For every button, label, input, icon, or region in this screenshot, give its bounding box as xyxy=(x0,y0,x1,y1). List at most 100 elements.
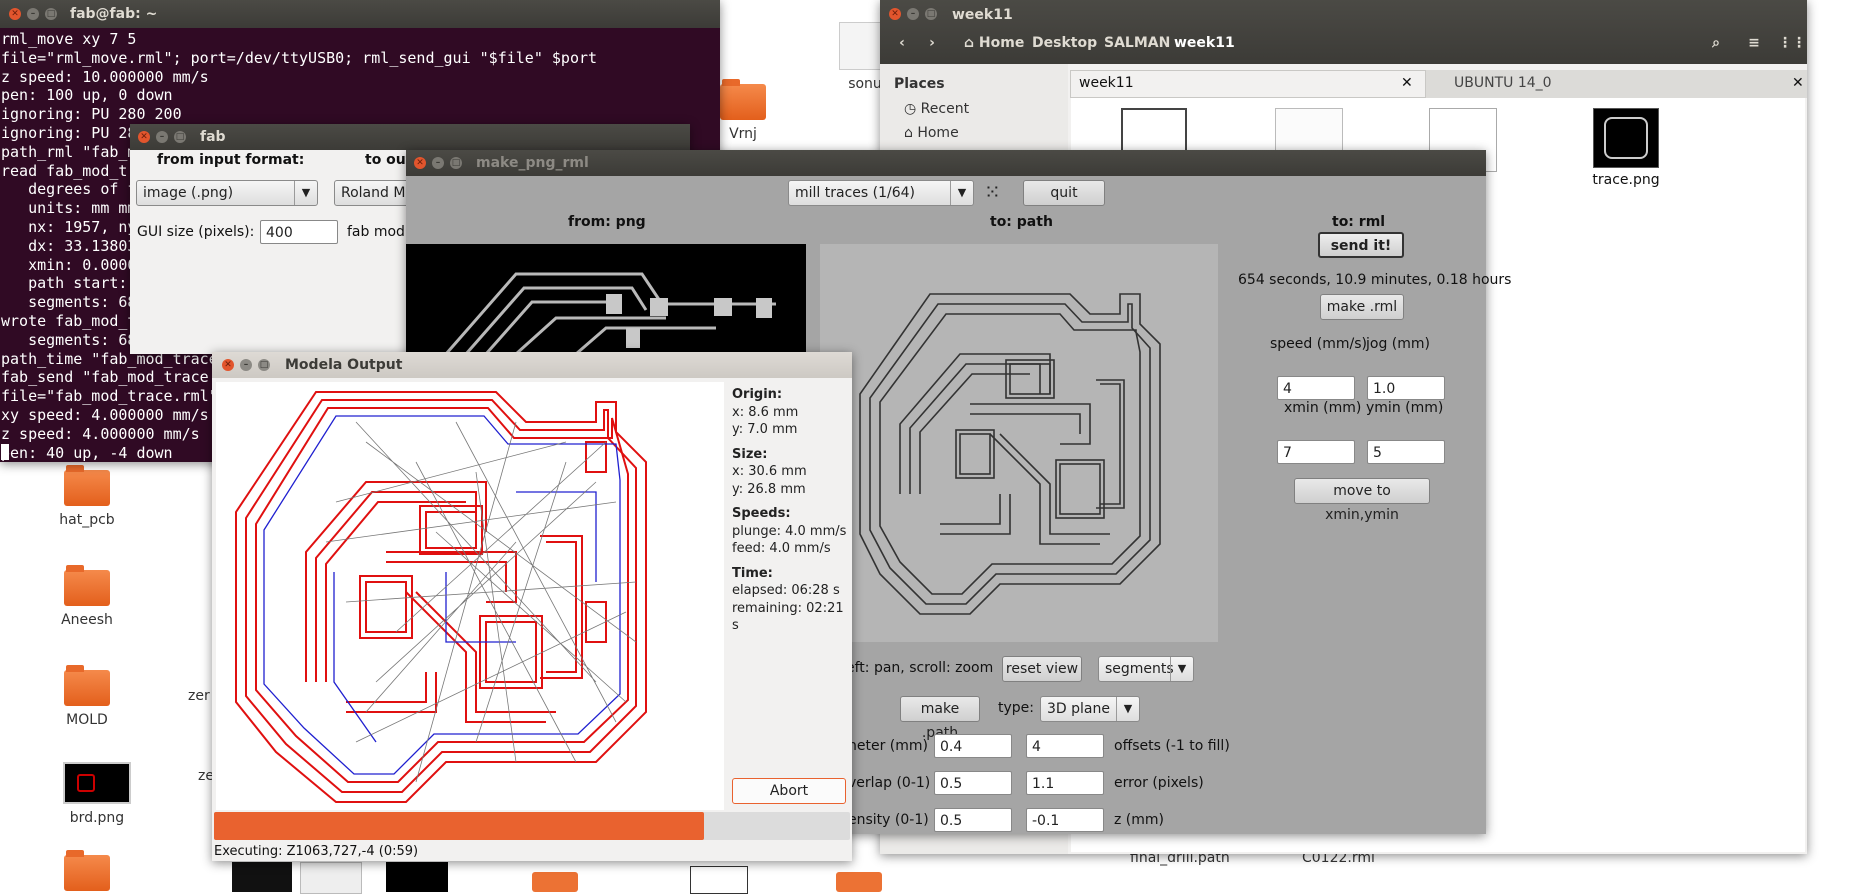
file-item-trace-png[interactable]: trace.png xyxy=(1581,108,1671,188)
tab-bar: week11 ✕ UBUNTU 14_0 ✕ xyxy=(1070,70,1807,98)
process-select[interactable]: mill traces (1/64) ▼ xyxy=(788,180,974,206)
close-icon[interactable]: ✕ xyxy=(1401,75,1413,91)
thumbnail-strip xyxy=(300,862,362,894)
minimize-icon[interactable]: – xyxy=(432,157,444,169)
breadcrumb-home[interactable]: ⌂ Home xyxy=(958,30,1030,56)
minimize-icon[interactable]: – xyxy=(27,8,39,20)
menu-icon[interactable]: ≡ xyxy=(1738,30,1770,56)
execution-status: Executing: Z1063,727,-4 (0:59) xyxy=(214,844,419,859)
to-rml-header: to: rml xyxy=(1332,214,1386,230)
search-icon[interactable]: ⌕ xyxy=(1700,30,1732,56)
minimize-icon[interactable]: – xyxy=(907,8,919,20)
maximize-icon[interactable]: □ xyxy=(925,8,937,20)
breadcrumb-desktop[interactable]: Desktop xyxy=(1026,30,1103,56)
desktop-folder-mold[interactable]: MOLD xyxy=(32,665,142,728)
toolpath-canvas xyxy=(216,382,724,810)
grid-view-icon[interactable]: ⋮⋮ xyxy=(1772,30,1806,56)
intensity-input[interactable]: 0.5 xyxy=(934,808,1012,832)
origin-y: y: 7.0 mm xyxy=(732,422,798,437)
error-input[interactable]: 1.1 xyxy=(1026,771,1104,795)
speed-input[interactable]: 4 xyxy=(1277,376,1355,400)
input-format-value: image (.png) xyxy=(143,185,234,201)
path-traces-graphic xyxy=(859,293,1161,615)
close-icon[interactable]: ✕ xyxy=(889,8,901,20)
make-path-button[interactable]: make .path xyxy=(900,696,980,741)
thumbnail-strip xyxy=(232,862,292,892)
desktop-icon-label: hat_pcb xyxy=(59,512,115,528)
breadcrumb-salman[interactable]: SALMAN xyxy=(1098,30,1176,56)
folder-icon xyxy=(64,465,110,506)
make-rml-button[interactable]: make .rml xyxy=(1320,294,1404,320)
back-button[interactable]: ‹ xyxy=(886,30,918,56)
xmin-input[interactable]: 7 xyxy=(1277,440,1355,464)
offsets-input[interactable]: 4 xyxy=(1026,734,1104,758)
reset-view-button[interactable]: reset view xyxy=(1002,656,1082,682)
z-label: z (mm) xyxy=(1114,812,1164,828)
move-to-xmin-ymin-button[interactable]: move to xmin,ymin xyxy=(1294,478,1430,523)
modela-info-panel: Origin: x: 8.6 mm y: 7.0 mm Size: x: 30.… xyxy=(732,386,852,635)
size-y: y: 26.8 mm xyxy=(732,481,806,497)
to-path-header: to: path xyxy=(990,214,1053,230)
close-icon[interactable]: ✕ xyxy=(222,359,234,371)
window-title: fab xyxy=(200,129,226,145)
sidebar-item-home[interactable]: ⌂ Home xyxy=(904,125,959,141)
thumbnail-strip xyxy=(386,862,448,892)
maximize-icon[interactable]: □ xyxy=(174,131,186,143)
chevron-down-icon: ▼ xyxy=(1116,697,1139,721)
jog-input[interactable]: 1.0 xyxy=(1367,376,1445,400)
folder-icon xyxy=(64,565,110,606)
diameter-input[interactable]: 0.4 xyxy=(934,734,1012,758)
close-icon[interactable]: ✕ xyxy=(1792,75,1804,91)
forward-button[interactable]: › xyxy=(916,30,948,56)
progress-bar-fill xyxy=(214,812,704,840)
tab-week11[interactable]: week11 ✕ xyxy=(1070,70,1426,98)
grid-icon[interactable]: ⁙ xyxy=(984,180,1010,206)
tab-ubuntu[interactable]: UBUNTU 14_0 ✕ xyxy=(1436,70,1807,98)
path-preview[interactable] xyxy=(820,244,1218,642)
maximize-icon[interactable]: □ xyxy=(45,8,57,20)
close-icon[interactable]: ✕ xyxy=(414,157,426,169)
time-estimate: 654 seconds, 10.9 minutes, 0.18 hours xyxy=(1238,272,1512,288)
sidebar-header: Places xyxy=(894,76,945,92)
terminal-line: ignoring: PU 280 200 xyxy=(1,105,182,124)
home-icon: ⌂ xyxy=(964,35,975,51)
abort-button[interactable]: Abort xyxy=(732,778,846,804)
minimize-icon[interactable]: – xyxy=(240,359,252,371)
type-label: type: xyxy=(998,700,1034,716)
feed-speed: feed: 4.0 mm/s xyxy=(732,541,831,556)
send-button[interactable]: send it! xyxy=(1318,232,1404,258)
desktop-folder-aneesh[interactable]: Aneesh xyxy=(32,565,142,628)
file-manager-titlebar: ✕ – □ week11 ‹ › ⌂ Home Desktop SALMAN w… xyxy=(880,0,1807,64)
maximize-icon[interactable]: □ xyxy=(258,359,270,371)
desktop-icon-label: MOLD xyxy=(66,712,108,728)
folder-icon xyxy=(64,665,110,706)
segments-value: segments xyxy=(1105,661,1174,677)
jog-label: jog (mm) xyxy=(1366,336,1430,352)
maximize-icon[interactable]: □ xyxy=(450,157,462,169)
tab-label: UBUNTU 14_0 xyxy=(1454,75,1552,91)
desktop-folder-hat-pcb[interactable]: hat_pcb xyxy=(32,465,142,528)
z-input[interactable]: -0.1 xyxy=(1026,808,1104,832)
minimize-icon[interactable]: – xyxy=(156,131,168,143)
chevron-down-icon: ▼ xyxy=(294,181,317,205)
progress-bar xyxy=(214,812,850,840)
segments-select[interactable]: segments ▼ xyxy=(1098,656,1194,682)
breadcrumb-week11[interactable]: week11 xyxy=(1168,30,1241,56)
close-icon[interactable]: ✕ xyxy=(138,131,150,143)
origin-x: x: 8.6 mm xyxy=(732,404,799,420)
type-select[interactable]: 3D plane ▼ xyxy=(1040,696,1140,722)
close-icon[interactable]: ✕ xyxy=(9,8,21,20)
desktop-folder-bottom[interactable] xyxy=(32,850,142,891)
error-label: error (pixels) xyxy=(1114,775,1204,791)
chevron-down-icon: ▼ xyxy=(950,181,973,205)
folder-icon xyxy=(720,79,766,120)
overlap-input[interactable]: 0.5 xyxy=(934,771,1012,795)
sidebar-item-label: Recent xyxy=(920,101,970,117)
gui-size-input[interactable]: 400 xyxy=(260,220,338,244)
quit-button[interactable]: quit xyxy=(1023,180,1105,206)
terminal-line: rml_move xy 7 5 xyxy=(1,30,137,48)
sidebar-item-recent[interactable]: ◷ Recent xyxy=(904,101,969,117)
input-format-select[interactable]: image (.png) ▼ xyxy=(136,180,318,206)
ymin-input[interactable]: 5 xyxy=(1367,440,1445,464)
desktop-file-brd-png[interactable]: brd.png xyxy=(42,762,152,826)
